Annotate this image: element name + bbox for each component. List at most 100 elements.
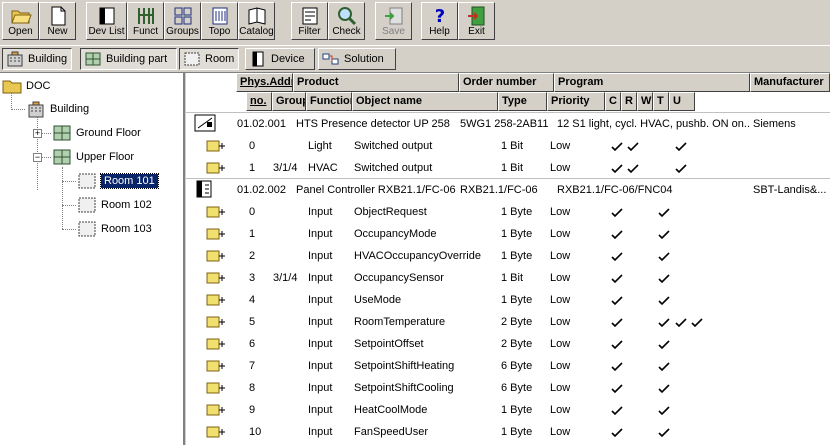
flag-check-icon[interactable]	[658, 339, 670, 351]
object-number[interactable]: 8	[249, 381, 271, 395]
device-order-number[interactable]: RXB21.1/FC-06	[460, 183, 556, 197]
tree-item-ground-floor[interactable]: Ground Floor	[52, 123, 141, 143]
object-priority[interactable]: Low	[550, 359, 605, 373]
object-priority[interactable]: Low	[550, 205, 605, 219]
tree-item-room-102[interactable]: Room 102	[77, 195, 152, 215]
header-r[interactable]: R	[621, 92, 637, 111]
object-type[interactable]: 1 Bit	[501, 139, 547, 153]
flag-check-icon[interactable]	[691, 317, 703, 329]
object-function[interactable]: Input	[308, 337, 352, 351]
object-function[interactable]: Input	[308, 315, 352, 329]
object-type[interactable]: 1 Bit	[501, 161, 547, 175]
object-group[interactable]: 3/1/4	[273, 271, 306, 285]
object-name[interactable]: Switched output	[354, 161, 498, 175]
tree-item-building[interactable]: Building	[26, 99, 89, 119]
object-priority[interactable]: Low	[550, 425, 605, 439]
tree-item-room-103[interactable]: Room 103	[77, 219, 152, 239]
check-button[interactable]: Check	[328, 2, 365, 40]
header-t[interactable]: T	[653, 92, 669, 111]
object-type[interactable]: 1 Byte	[501, 403, 547, 417]
header-c[interactable]: C	[605, 92, 621, 111]
object-number[interactable]: 5	[249, 315, 271, 329]
filter-button[interactable]: Filter	[291, 2, 328, 40]
object-function[interactable]: Input	[308, 381, 352, 395]
device-program[interactable]: 12 S1 light, cycl. HVAC, pushb. ON on...	[557, 117, 750, 131]
object-function[interactable]: HVAC	[308, 161, 352, 175]
flag-check-icon[interactable]	[611, 207, 623, 219]
object-priority[interactable]: Low	[550, 315, 605, 329]
solution-view-button[interactable]: Solution	[318, 48, 396, 70]
tree-item-doc[interactable]: DOC	[2, 76, 50, 96]
groups-button[interactable]: Groups	[164, 2, 201, 40]
flag-check-icon[interactable]	[611, 273, 623, 285]
flag-check-icon[interactable]	[658, 361, 670, 373]
device-manufacturer[interactable]: SBT-Landis&...	[753, 183, 830, 197]
device-phys-addr[interactable]: 01.02.002	[237, 183, 293, 197]
object-priority[interactable]: Low	[550, 227, 605, 241]
object-type[interactable]: 2 Byte	[501, 337, 547, 351]
tree-item-room-101[interactable]: Room 101	[77, 171, 159, 191]
object-name[interactable]: OccupancySensor	[354, 271, 498, 285]
header-type[interactable]: Type	[498, 92, 547, 111]
object-name[interactable]: ObjectRequest	[354, 205, 498, 219]
room-view-button[interactable]: Room	[179, 48, 239, 70]
object-name[interactable]: HVACOccupancyOverride	[354, 249, 498, 263]
object-number[interactable]: 9	[249, 403, 271, 417]
object-number[interactable]: 2	[249, 249, 271, 263]
header-object-name[interactable]: Object name	[352, 92, 498, 111]
exit-button[interactable]: Exit	[458, 2, 495, 40]
object-function[interactable]: Input	[308, 205, 352, 219]
flag-check-icon[interactable]	[611, 405, 623, 417]
header-phys-addr[interactable]: Phys.Addr	[236, 73, 293, 92]
device-view-button[interactable]: Device	[245, 48, 315, 70]
object-type[interactable]: 2 Byte	[501, 315, 547, 329]
flag-check-icon[interactable]	[611, 163, 623, 175]
object-priority[interactable]: Low	[550, 381, 605, 395]
object-priority[interactable]: Low	[550, 161, 605, 175]
collapse-icon[interactable]: −	[33, 153, 42, 162]
object-function[interactable]: Input	[308, 227, 352, 241]
object-number[interactable]: 3	[249, 271, 271, 285]
flag-check-icon[interactable]	[611, 295, 623, 307]
funct-button[interactable]: Funct	[127, 2, 164, 40]
header-product[interactable]: Product	[293, 73, 459, 92]
flag-check-icon[interactable]	[627, 163, 639, 175]
flag-check-icon[interactable]	[658, 251, 670, 263]
object-number[interactable]: 1	[249, 227, 271, 241]
object-type[interactable]: 1 Byte	[501, 425, 547, 439]
device-phys-addr[interactable]: 01.02.001	[237, 117, 293, 131]
flag-check-icon[interactable]	[658, 317, 670, 329]
flag-check-icon[interactable]	[627, 141, 639, 153]
object-priority[interactable]: Low	[550, 249, 605, 263]
object-type[interactable]: 6 Byte	[501, 359, 547, 373]
device-product[interactable]: HTS Presence detector UP 258	[296, 117, 459, 131]
object-name[interactable]: SetpointShiftHeating	[354, 359, 498, 373]
object-name[interactable]: SetpointShiftCooling	[354, 381, 498, 395]
object-type[interactable]: 1 Byte	[501, 227, 547, 241]
header-manufacturer[interactable]: Manufacturer	[750, 73, 830, 92]
flag-check-icon[interactable]	[658, 383, 670, 395]
flag-check-icon[interactable]	[658, 427, 670, 439]
flag-check-icon[interactable]	[675, 141, 687, 153]
object-priority[interactable]: Low	[550, 139, 605, 153]
object-number[interactable]: 6	[249, 337, 271, 351]
header-function[interactable]: Function	[306, 92, 352, 111]
header-priority[interactable]: Priority	[547, 92, 605, 111]
device-program[interactable]: RXB21.1/FC-06/FNC04	[557, 183, 750, 197]
flag-check-icon[interactable]	[675, 317, 687, 329]
header-program[interactable]: Program	[554, 73, 750, 92]
device-order-number[interactable]: 5WG1 258-2AB11	[460, 117, 556, 131]
object-group[interactable]: 3/1/4	[273, 161, 306, 175]
object-type[interactable]: 1 Byte	[501, 293, 547, 307]
object-number[interactable]: 0	[249, 205, 271, 219]
object-priority[interactable]: Low	[550, 271, 605, 285]
flag-check-icon[interactable]	[611, 383, 623, 395]
flag-check-icon[interactable]	[675, 163, 687, 175]
device-manufacturer[interactable]: Siemens	[753, 117, 830, 131]
object-function[interactable]: Input	[308, 425, 352, 439]
object-number[interactable]: 10	[249, 425, 271, 439]
new-button[interactable]: New	[39, 2, 76, 40]
flag-check-icon[interactable]	[658, 273, 670, 285]
flag-check-icon[interactable]	[611, 229, 623, 241]
object-name[interactable]: UseMode	[354, 293, 498, 307]
